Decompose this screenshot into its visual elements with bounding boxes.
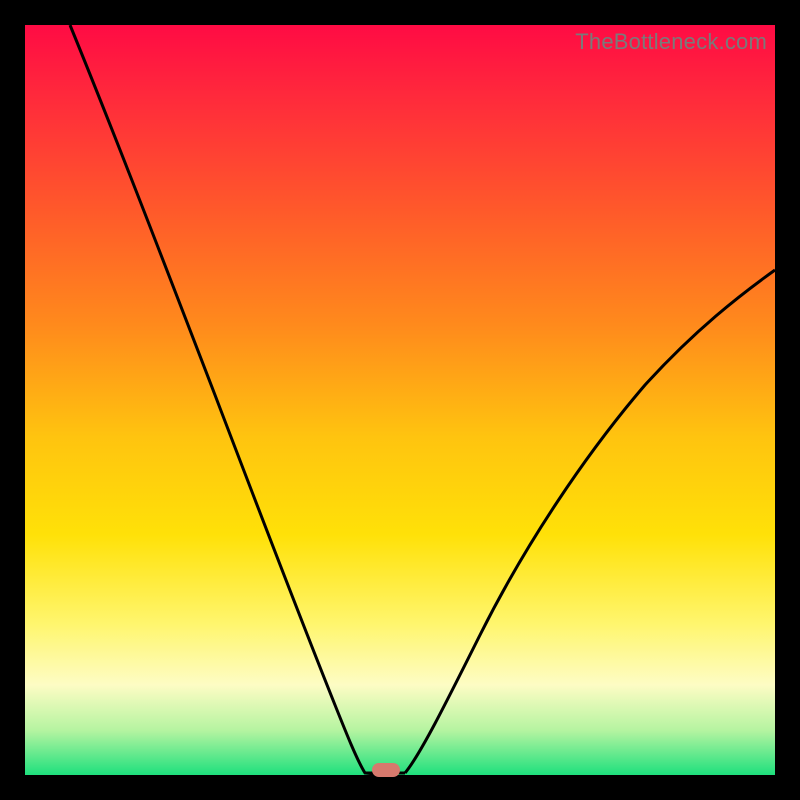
chart-frame: TheBottleneck.com (0, 0, 800, 800)
curve-left-branch (70, 25, 385, 775)
bottleneck-curve (25, 25, 775, 775)
curve-right-branch (405, 270, 775, 773)
plot-area: TheBottleneck.com (25, 25, 775, 775)
optimal-marker (372, 763, 400, 777)
